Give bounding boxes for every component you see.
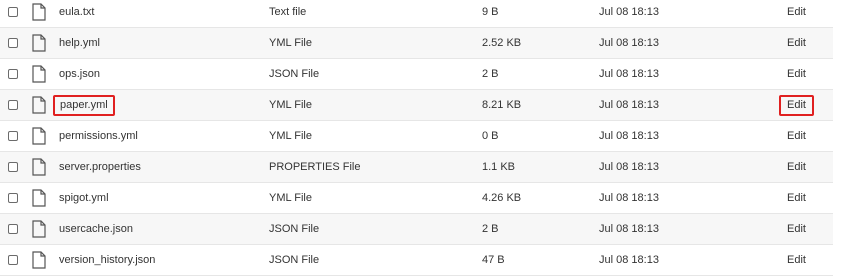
file-name-link[interactable]: help.yml [59,28,100,59]
row-checkbox[interactable] [8,131,18,141]
table-row[interactable]: spigot.yml YML File 4.26 KB Jul 08 18:13… [0,183,833,214]
file-type: YML File [269,130,312,142]
row-checkbox[interactable] [8,193,18,203]
file-icon [32,34,46,52]
table-row[interactable]: permissions.yml YML File 0 B Jul 08 18:1… [0,121,833,152]
file-size: 2.52 KB [482,37,522,49]
table-row[interactable]: version_history.json JSON File 47 B Jul … [0,245,833,276]
file-icon [32,189,46,207]
file-icon [32,220,46,238]
file-type: YML File [269,37,312,49]
file-name-link[interactable]: server.properties [59,152,141,183]
file-date: Jul 08 18:13 [599,223,659,235]
file-type: PROPERTIES File [269,161,361,173]
edit-button[interactable]: Edit [787,183,806,214]
row-checkbox[interactable] [8,224,18,234]
file-name-link[interactable]: version_history.json [59,245,155,276]
file-size: 1.1 KB [482,161,516,173]
file-name-link-highlighted[interactable]: paper.yml [53,95,115,116]
file-type: Text file [269,6,307,18]
file-type: YML File [269,99,312,111]
edit-button[interactable]: Edit [787,28,806,59]
table-row[interactable]: server.properties PROPERTIES File 1.1 KB… [0,152,833,183]
file-date: Jul 08 18:13 [599,161,659,173]
file-date: Jul 08 18:13 [599,68,659,80]
table-row[interactable]: eula.txt Text file 9 B Jul 08 18:13 Edit [0,0,833,28]
file-name-link[interactable]: permissions.yml [59,121,138,152]
file-icon [32,127,46,145]
table-row[interactable]: paper.yml YML File 8.21 KB Jul 08 18:13 … [0,90,833,121]
file-size: 4.26 KB [482,192,522,204]
file-date: Jul 08 18:13 [599,192,659,204]
file-name-link[interactable]: usercache.json [59,214,133,245]
file-table: eula.txt Text file 9 B Jul 08 18:13 Edit… [0,0,833,276]
edit-button[interactable]: Edit [787,0,806,28]
file-name-link[interactable]: spigot.yml [59,183,109,214]
file-size: 8.21 KB [482,99,522,111]
file-icon [32,251,46,269]
file-date: Jul 08 18:13 [599,99,659,111]
row-checkbox[interactable] [8,162,18,172]
edit-button[interactable]: Edit [787,245,806,276]
file-date: Jul 08 18:13 [599,6,659,18]
file-icon [32,158,46,176]
table-row[interactable]: ops.json JSON File 2 B Jul 08 18:13 Edit [0,59,833,90]
row-checkbox[interactable] [8,7,18,17]
edit-button[interactable]: Edit [787,59,806,90]
edit-button[interactable]: Edit [787,121,806,152]
file-name-link[interactable]: eula.txt [59,0,94,28]
file-size: 2 B [482,68,499,80]
file-type: JSON File [269,223,320,235]
table-row[interactable]: usercache.json JSON File 2 B Jul 08 18:1… [0,214,833,245]
file-date: Jul 08 18:13 [599,254,659,266]
file-type: YML File [269,192,312,204]
table-row[interactable]: help.yml YML File 2.52 KB Jul 08 18:13 E… [0,28,833,59]
file-icon [32,3,46,21]
file-type: JSON File [269,254,320,266]
row-checkbox[interactable] [8,38,18,48]
file-icon [32,96,46,114]
edit-button[interactable]: Edit [787,152,806,183]
row-checkbox[interactable] [8,69,18,79]
file-date: Jul 08 18:13 [599,37,659,49]
row-checkbox[interactable] [8,255,18,265]
edit-button-highlighted[interactable]: Edit [779,95,814,116]
edit-button[interactable]: Edit [787,214,806,245]
file-size: 9 B [482,6,499,18]
file-date: Jul 08 18:13 [599,130,659,142]
file-size: 2 B [482,223,499,235]
row-checkbox[interactable] [8,100,18,110]
file-size: 47 B [482,254,505,266]
file-name-link[interactable]: ops.json [59,59,100,90]
file-type: JSON File [269,68,320,80]
file-icon [32,65,46,83]
file-size: 0 B [482,130,499,142]
